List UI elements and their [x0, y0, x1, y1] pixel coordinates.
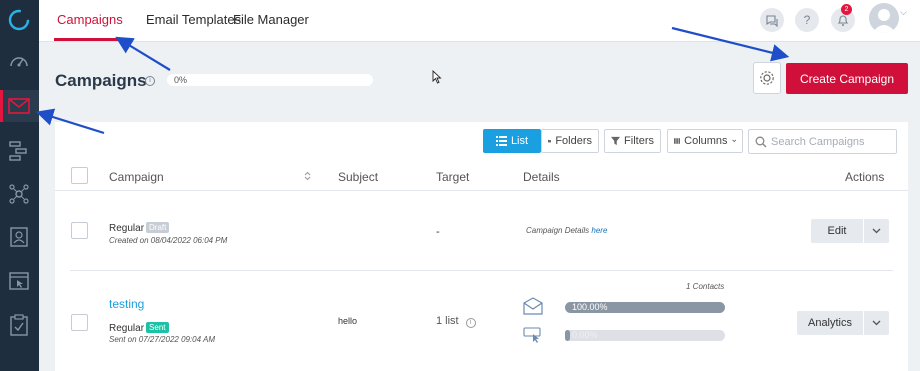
tab-file-manager[interactable]: File Manager: [233, 12, 309, 27]
campaign-meta: Created on 08/04/2022 06:04 PM: [109, 236, 228, 245]
notifications-button[interactable]: 2: [831, 4, 855, 32]
sort-icon[interactable]: [304, 171, 311, 181]
subject-value: hello: [338, 316, 358, 326]
edit-button[interactable]: Edit: [811, 219, 863, 243]
create-campaign-button[interactable]: Create Campaign: [786, 63, 908, 94]
target-value: 1 list i: [436, 315, 476, 328]
click-progress-label: 0.00%: [572, 330, 598, 340]
columns-label: Columns: [684, 135, 728, 147]
contact-card-icon[interactable]: [5, 223, 33, 251]
sent-progress-label: 100.00%: [572, 302, 608, 312]
filter-icon: [611, 136, 621, 146]
target-value: -: [436, 226, 440, 238]
chat-icon: [766, 15, 778, 27]
list-view-button[interactable]: List: [483, 129, 541, 153]
list-view-label: List: [510, 135, 529, 147]
edit-split-button: Edit: [811, 219, 889, 243]
click-progress-fill: [565, 330, 570, 341]
tab-email-templates[interactable]: Email Templates: [146, 12, 241, 27]
help-button[interactable]: ?: [795, 8, 819, 32]
edit-dropdown-toggle[interactable]: [863, 219, 889, 243]
folders-view-button[interactable]: Folders: [541, 129, 599, 153]
folder-icon: [548, 139, 552, 143]
avatar[interactable]: [869, 3, 899, 33]
logo-ring-icon[interactable]: [5, 6, 33, 34]
sent-progress-bar: 100.00%: [565, 302, 725, 313]
link-click-icon: [523, 327, 541, 343]
campaign-type-label: Regular: [109, 323, 145, 334]
analytics-split-button: Analytics: [797, 311, 889, 335]
row-checkbox[interactable]: [71, 222, 88, 239]
table-row: testing Regular Sent Sent on 07/27/2022 0…: [70, 272, 893, 371]
browser-cursor-icon[interactable]: [5, 267, 33, 295]
network-icon[interactable]: [5, 180, 33, 208]
columns-icon: [674, 138, 681, 144]
progress-label: 0%: [174, 75, 188, 85]
campaign-details: Campaign Details here: [526, 226, 607, 235]
search-box: [748, 129, 897, 154]
folders-view-label: Folders: [555, 135, 592, 147]
info-icon[interactable]: i: [465, 318, 476, 328]
analytics-dropdown-toggle[interactable]: [863, 311, 889, 335]
campaign-type: Regular Draft: [109, 218, 170, 236]
dashboard-gauge-icon[interactable]: [5, 48, 33, 76]
sidebar: [0, 0, 39, 371]
contacts-count: 1 Contacts: [686, 282, 725, 291]
gear-icon: [760, 71, 774, 85]
active-tab-underline: [54, 38, 118, 41]
email-sent-icon: [523, 297, 543, 315]
campaign-type-label: Regular: [109, 223, 145, 234]
chevron-down-icon: [731, 139, 736, 143]
column-header-subject: Subject: [338, 170, 379, 184]
list-icon: [495, 136, 507, 146]
campaign-details-text: Campaign Details: [526, 226, 592, 235]
arrow-to-campaigns-tab: [115, 36, 171, 71]
filters-label: Filters: [624, 135, 654, 147]
columns-dropdown[interactable]: Columns: [667, 129, 743, 153]
campaign-meta: Sent on 07/27/2022 09:04 AM: [109, 335, 216, 344]
hierarchy-icon[interactable]: [5, 136, 33, 164]
status-badge: Draft: [146, 222, 170, 233]
user-silhouette-icon: [872, 9, 896, 33]
search-input[interactable]: [771, 135, 891, 148]
email-icon[interactable]: [5, 92, 33, 120]
campaign-details-link[interactable]: here: [591, 226, 607, 235]
search-icon: [755, 136, 767, 147]
page-title: Campaigns: [55, 71, 147, 90]
table-row: Regular Draft Created on 08/04/2022 06:04…: [70, 192, 893, 271]
campaigns-panel: List Folders Filters Columns Campaign Su…: [55, 122, 908, 371]
analytics-button[interactable]: Analytics: [797, 311, 863, 335]
settings-button[interactable]: [753, 62, 781, 94]
progress-bar: 0%: [167, 74, 373, 86]
select-all-checkbox[interactable]: [71, 167, 88, 184]
target-list-count: 1 list: [436, 315, 459, 327]
mouse-cursor-icon: [432, 70, 442, 84]
chevron-down-icon: [872, 228, 881, 234]
row-checkbox[interactable]: [71, 314, 88, 331]
campaign-type: Regular Sent: [109, 318, 169, 336]
chevron-down-icon: [872, 320, 881, 326]
tab-campaigns[interactable]: Campaigns: [57, 12, 123, 27]
filters-button[interactable]: Filters: [604, 129, 661, 153]
info-icon[interactable]: i: [145, 76, 155, 86]
notification-count-badge: 2: [841, 4, 852, 15]
table-header: Campaign Subject Target Details Actions: [55, 160, 908, 191]
status-badge: Sent: [146, 322, 169, 333]
click-progress-bar: 0.00%: [565, 330, 725, 341]
column-header-campaign[interactable]: Campaign: [109, 170, 164, 184]
column-header-details: Details: [523, 170, 560, 184]
help-icon: ?: [803, 13, 811, 27]
chevron-down-icon[interactable]: ⌵: [900, 7, 907, 18]
column-header-actions: Actions: [845, 170, 885, 184]
column-header-target: Target: [436, 170, 470, 184]
bell-icon: [837, 15, 849, 26]
chat-button[interactable]: [760, 8, 784, 32]
campaign-name-link[interactable]: testing: [109, 297, 144, 311]
clipboard-check-icon[interactable]: [5, 311, 33, 339]
top-nav-bar: Campaigns Email Templates File Manager ?…: [39, 0, 920, 42]
